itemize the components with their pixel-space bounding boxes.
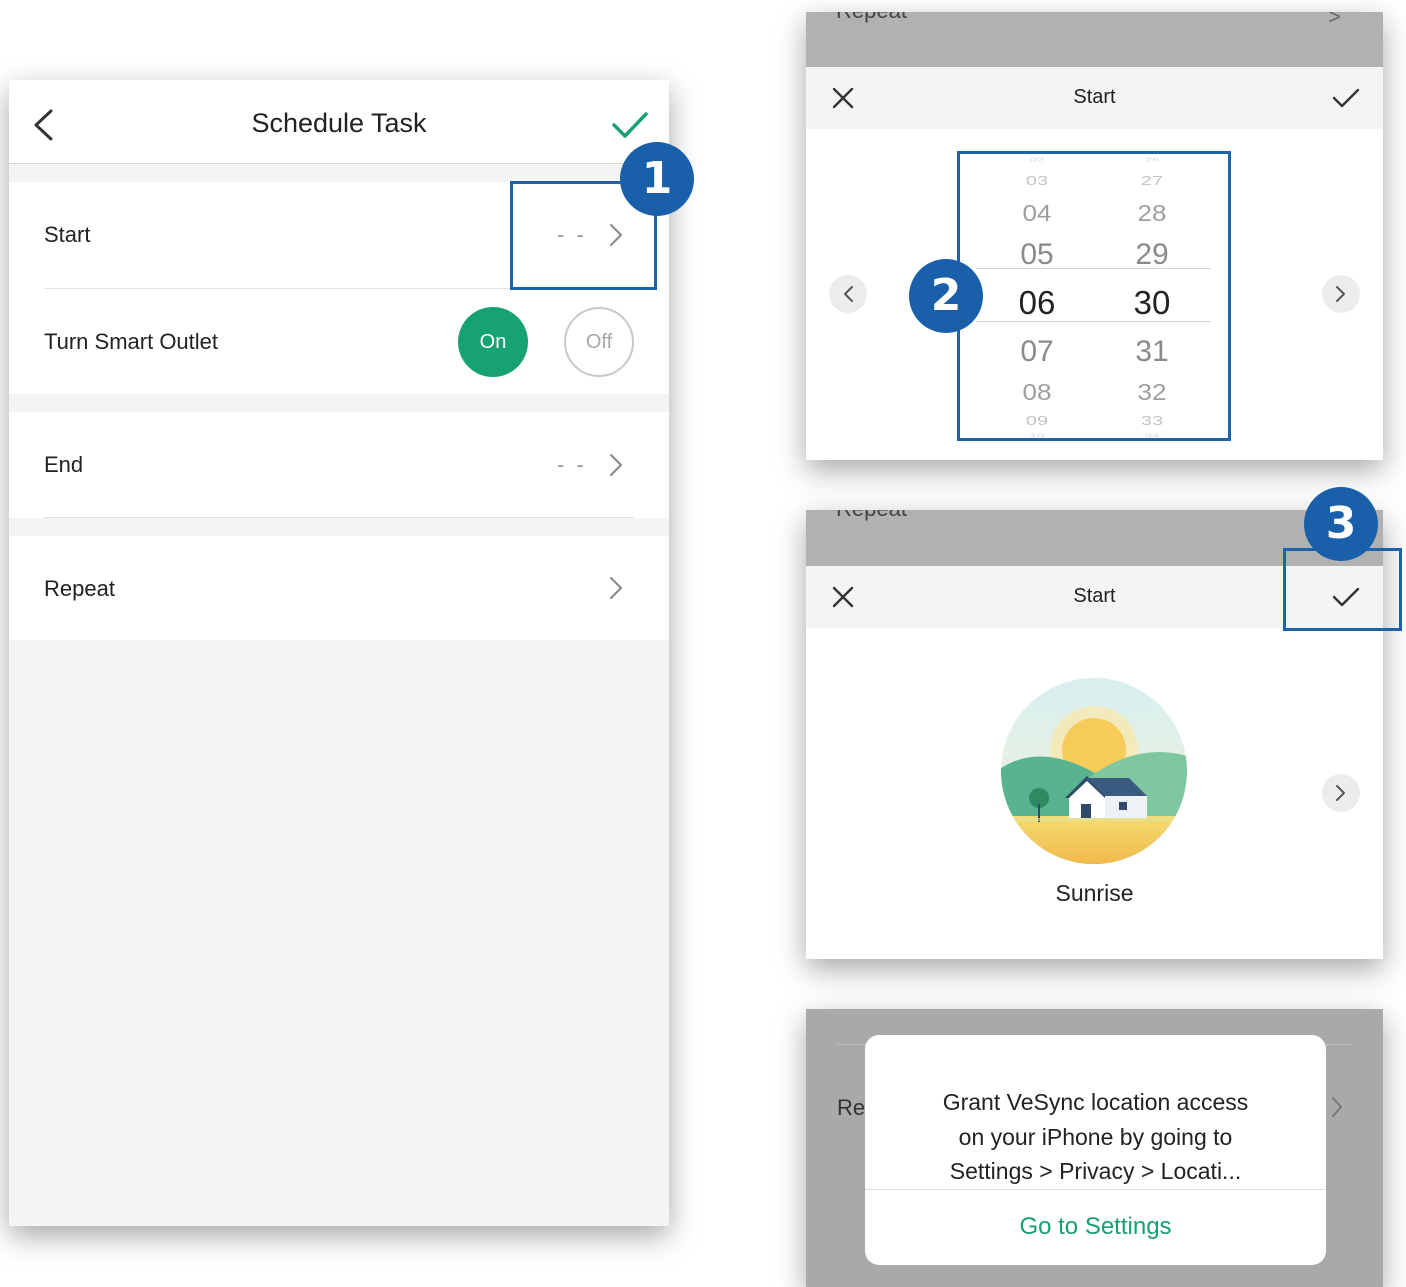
go-to-settings-button[interactable]: Go to Settings [865, 1213, 1326, 1241]
repeat-label-cut: Re [837, 1095, 866, 1120]
repeat-row[interactable]: Repeat [9, 536, 669, 640]
page-title: Schedule Task [251, 108, 427, 138]
start-label: Start [44, 222, 91, 247]
alert-message: Grant VeSync location access on your iPh… [885, 1085, 1306, 1189]
sheet-title: Start [1073, 86, 1116, 108]
location-permission-panel: Re Grant VeSync location access on your … [806, 1009, 1383, 1287]
next-mode-button[interactable] [1322, 774, 1360, 812]
end-value: - - [557, 452, 587, 477]
next-mode-button[interactable] [1322, 275, 1360, 313]
alert-divider [865, 1189, 1326, 1190]
end-row[interactable]: End - - [9, 412, 669, 518]
chevron-right-icon [1336, 286, 1345, 302]
off-button[interactable]: Off [564, 307, 634, 377]
end-label: End [44, 452, 84, 477]
chevron-right-icon: > [1328, 12, 1341, 29]
step3-badge: 3 [1304, 487, 1378, 561]
sunrise-caption: Sunrise [1055, 880, 1134, 906]
sheet-header: Start [806, 67, 1383, 129]
step1-badge: 1 [620, 142, 694, 216]
repeat-label-cut: Repeat [836, 12, 907, 24]
chevron-right-icon [1332, 1097, 1342, 1117]
row-divider [44, 517, 634, 518]
nav-bar: Schedule Task [9, 80, 669, 164]
alert-message-line: Grant VeSync location access [942, 1089, 1249, 1115]
turn-outlet-label: Turn Smart Outlet [44, 329, 219, 354]
save-check-icon[interactable] [611, 110, 649, 140]
alert-message-line: Settings > Privacy > Locati... [949, 1158, 1242, 1184]
sunrise-illustration-icon [1001, 678, 1187, 864]
alert-message-line: on your iPhone by going to [958, 1123, 1233, 1150]
location-alert-dialog: Grant VeSync location access on your iPh… [865, 1035, 1326, 1265]
dimmed-background: Repeat > [806, 12, 1383, 67]
on-button[interactable]: On [458, 307, 528, 377]
confirm-check-icon[interactable] [1332, 87, 1360, 109]
chevron-right-icon [1336, 785, 1345, 801]
prev-mode-button[interactable] [829, 275, 867, 313]
repeat-label-cut: Repeat [836, 510, 907, 522]
step2-highlight [957, 151, 1231, 441]
chevron-left-icon [844, 286, 853, 302]
repeat-label: Repeat [44, 576, 115, 601]
step2-badge: 2 [909, 259, 983, 333]
chevron-right-icon [610, 577, 622, 599]
chevron-right-icon [610, 454, 622, 476]
